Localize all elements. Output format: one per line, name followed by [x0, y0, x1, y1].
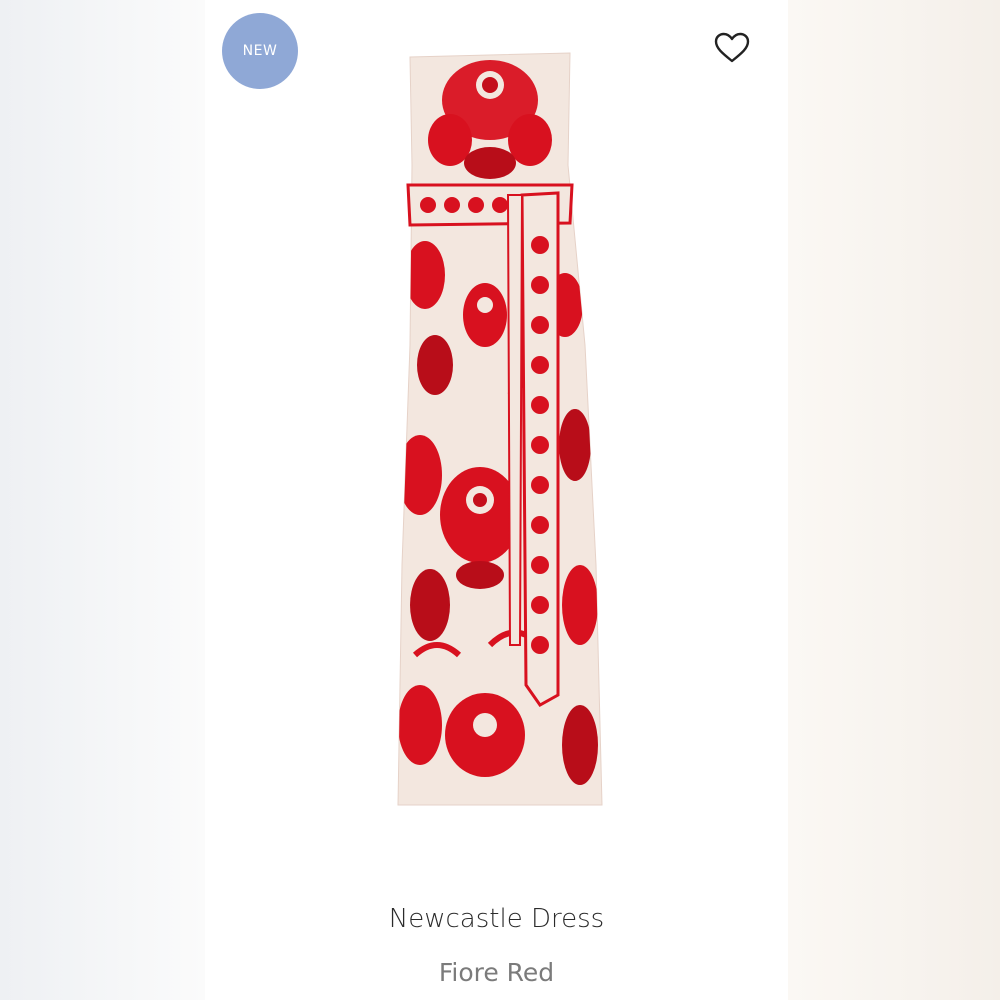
product-color: Fiore Red — [438, 958, 555, 987]
new-badge: NEW — [222, 13, 298, 89]
product-image[interactable] — [390, 45, 615, 825]
product-card[interactable]: NEW Newcastle Dress Fiore Red — [205, 0, 788, 1000]
new-badge-label: NEW — [242, 43, 278, 59]
left-background — [0, 0, 205, 1000]
favorite-button[interactable] — [710, 28, 754, 68]
product-name[interactable]: Newcastle Dress — [205, 904, 788, 934]
product-listing-screen: NEW Newcastle Dress Fiore Red — [0, 0, 1000, 1000]
right-background — [788, 0, 1000, 1000]
heart-outline-icon — [714, 32, 750, 63]
